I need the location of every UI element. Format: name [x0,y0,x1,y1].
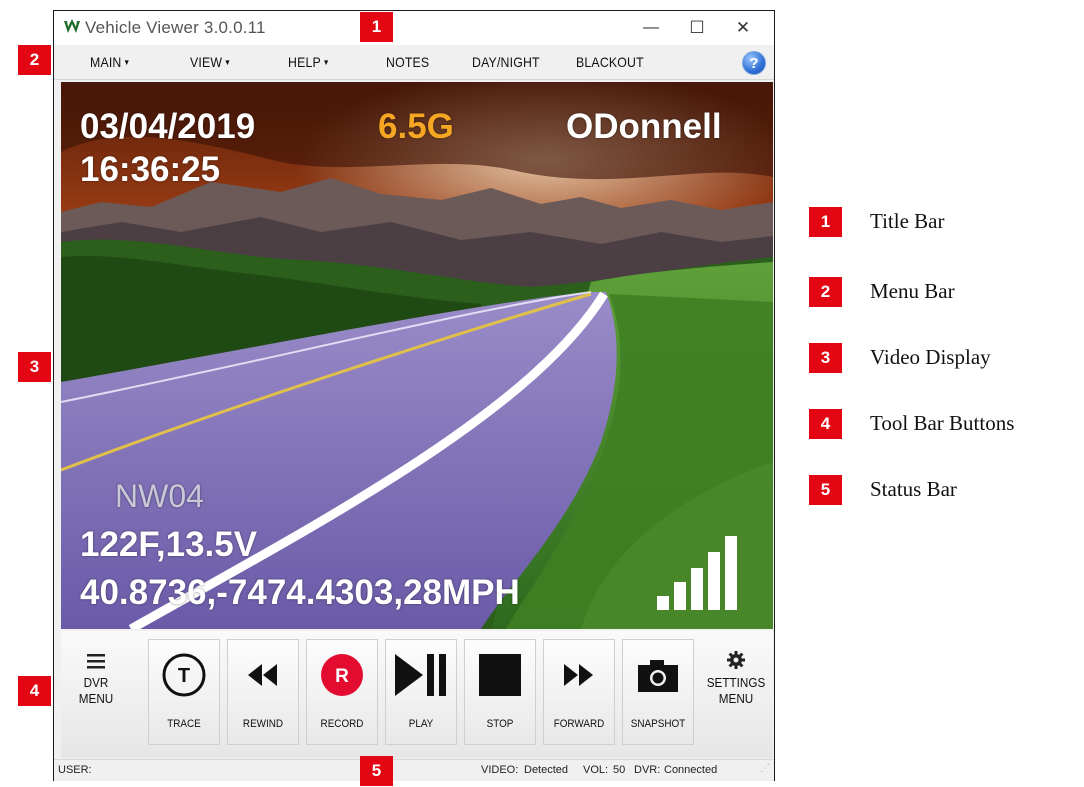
menu-view[interactable]: VIEW ▼ [190,54,231,70]
dvr-menu-label-1: DVR [83,675,109,690]
menu-help-label: HELP [288,54,321,70]
window-title: Vehicle Viewer 3.0.0.11 [85,18,266,37]
svg-text:R: R [335,666,349,687]
record-icon: R [321,654,363,696]
stop-button[interactable]: STOP [464,639,536,745]
dvr-menu-button[interactable]: DVR MENU [61,639,131,745]
record-label: RECORD [320,718,364,730]
overlay-time: 16:36:25 [80,150,221,189]
title-bar[interactable]: Vehicle Viewer 3.0.0.11 — ☐ ✕ [54,11,774,45]
maximize-button[interactable]: ☐ [674,11,720,45]
maximize-icon: ☐ [689,18,705,37]
play-pause-icon [395,654,446,696]
menu-main[interactable]: MAIN ▼ [90,54,130,70]
legend-number-2: 2 [809,277,842,307]
trace-button[interactable]: T TRACE [148,639,220,745]
forward-button[interactable]: FORWARD [543,639,615,745]
callout-2: 2 [18,45,51,75]
snapshot-label: SNAPSHOT [630,718,686,730]
forward-icon [564,664,593,686]
signal-strength-icon [657,536,737,610]
rewind-icon [248,664,277,686]
legend-label-3: Video Display [870,345,991,369]
legend-number-4: 4 [809,409,842,439]
status-dvr-label: DVR: [634,764,661,776]
rewind-button[interactable]: REWIND [227,639,299,745]
status-dvr-value: Connected [664,764,718,776]
settings-menu-label-1: SETTINGS [706,675,766,690]
menu-day-night[interactable]: DAY/NIGHT [472,54,540,70]
callout-4: 4 [18,676,51,706]
app-logo-icon [64,19,80,33]
overlay-gforce: 6.5G [378,107,454,146]
overlay-officer: ODonnell [566,107,722,146]
legend-label-4: Tool Bar Buttons [870,411,1015,435]
status-vol-label: VOL: [583,764,609,776]
record-button[interactable]: R RECORD [306,639,378,745]
status-vol-value: 50 [613,764,626,776]
callout-5: 5 [360,756,393,786]
legend-label-1: Title Bar [870,209,945,233]
legend-number-5: 5 [809,475,842,505]
legend-label-2: Menu Bar [870,279,955,303]
chevron-down-icon: ▼ [223,58,232,67]
chevron-down-icon: ▼ [322,58,330,67]
legend-label-5: Status Bar [870,477,957,501]
menu-view-label: VIEW [190,54,223,70]
camera-icon [638,660,678,692]
minimize-button[interactable]: — [628,11,674,45]
status-user-label: USER: [58,764,92,776]
legend-number-1: 1 [809,207,842,237]
svg-text:T: T [178,665,190,687]
trace-label: TRACE [167,718,201,730]
callout-1: 1 [360,12,393,42]
play-label: PLAY [408,718,434,730]
legend-number-3: 3 [809,343,842,373]
trace-icon: T [162,653,206,697]
settings-menu-label-2: MENU [718,691,754,706]
status-bar: USER: VIDEO: Detected VOL: 50 DVR: Conne… [54,759,774,781]
tool-bar: DVR MENU T TRACE REWIND R RECORD PLAY ST… [61,631,773,758]
stop-label: STOP [486,718,514,730]
menu-help[interactable]: HELP ▼ [288,54,330,70]
hamburger-icon [87,654,105,669]
forward-label: FORWARD [553,718,605,730]
menu-blackout[interactable]: BLACKOUT [576,54,644,70]
chevron-down-icon: ▼ [123,58,131,67]
menu-bar: MAIN ▼ VIEW ▼ HELP ▼ NOTES DAY/NIGHT BLACKO… [54,45,774,80]
dvr-menu-label-2: MENU [78,691,114,706]
overlay-date: 03/04/2019 [80,107,256,146]
help-icon[interactable]: ? [742,51,766,75]
video-display[interactable]: 03/04/2019 16:36:25 6.5G ODonnell NW04 1… [61,82,773,629]
close-button[interactable]: ✕ [720,11,766,45]
status-video-label: VIDEO: [481,764,519,776]
snapshot-button[interactable]: SNAPSHOT [622,639,694,745]
settings-menu-button[interactable]: SETTINGS MENU [701,639,771,745]
overlay-unit: NW04 [115,478,204,514]
minimize-icon: — [643,19,659,36]
menu-main-label: MAIN [90,54,122,70]
close-icon: ✕ [735,18,751,37]
gear-icon [727,651,745,669]
stop-icon [479,654,521,696]
callout-3: 3 [18,352,51,382]
overlay-gps-speed: 40.8736,-7474.4303,28MPH [80,573,520,612]
play-pause-button[interactable]: PLAY [385,639,457,745]
menu-notes[interactable]: NOTES [386,54,429,70]
app-window: Vehicle Viewer 3.0.0.11 — ☐ ✕ MAIN ▼ VIEW… [53,10,775,781]
resize-grip-icon[interactable]: ⋰ [760,763,770,774]
overlay-temp-voltage: 122F,13.5V [80,525,258,564]
rewind-label: REWIND [242,718,284,730]
status-video-value: Detected [524,764,569,776]
